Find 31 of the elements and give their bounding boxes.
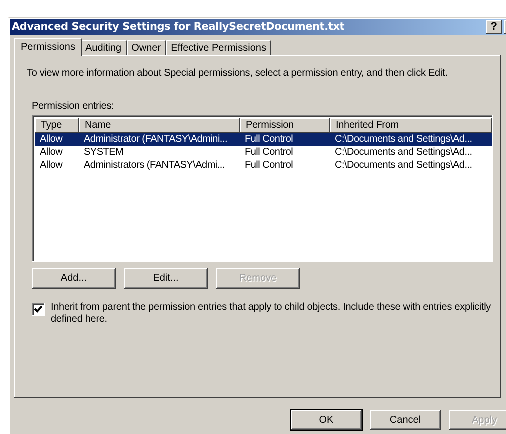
window-title: Advanced Security Settings for ReallySecretDocument.txt [12,21,346,33]
tab[interactable]: Effective Permissions [166,40,272,55]
column-header[interactable]: Permission [240,118,330,133]
tab[interactable]: Permissions [14,38,82,56]
table-cell-text: Administrators (FANTASY\Admi... [83,159,226,172]
inherit-checkbox[interactable] [32,303,45,316]
entry-button[interactable]: Add... [32,268,116,289]
table-cell[interactable]: Allow [35,133,79,146]
dialog-button[interactable]: Cancel [370,410,441,430]
table-cell[interactable]: Allow [35,146,79,159]
permission-list[interactable] [32,115,493,262]
inherit-label: Inherit from parent the permission entries that apply to child objects. Include these with entries explicitly defined here. [51,302,491,326]
table-cell-text: SYSTEM [83,146,125,159]
tab[interactable]: Auditing [80,40,127,55]
dialog-button[interactable]: OK [291,410,362,430]
table-cell: Full Control [240,133,330,146]
table-cell-text: Full Control [244,159,294,172]
help-button[interactable]: ? [486,20,502,34]
table-cell-text: Full Control [244,146,294,159]
column-header[interactable]: Name [79,118,240,133]
table-cell: Administrator (FANTASY\Admini... [79,133,240,146]
entries-label: Permission entries: [32,101,114,112]
table-cell[interactable]: Allow [35,159,79,172]
column-header[interactable]: Type [35,118,79,133]
tab[interactable]: Owner [126,40,166,55]
instructions-text: To view more information about Special permissions, select a permission entry, and then click Edit. [27,68,448,79]
column-header[interactable]: Inherited From [330,118,492,133]
table-cell: C:\Documents and Settings\Ad... [330,133,492,146]
entry-button[interactable]: Edit... [124,268,208,289]
table-cell-text: C:\Documents and Settings\Ad... [334,159,474,172]
table-cell-text: C:\Documents and Settings\Ad... [334,146,474,159]
